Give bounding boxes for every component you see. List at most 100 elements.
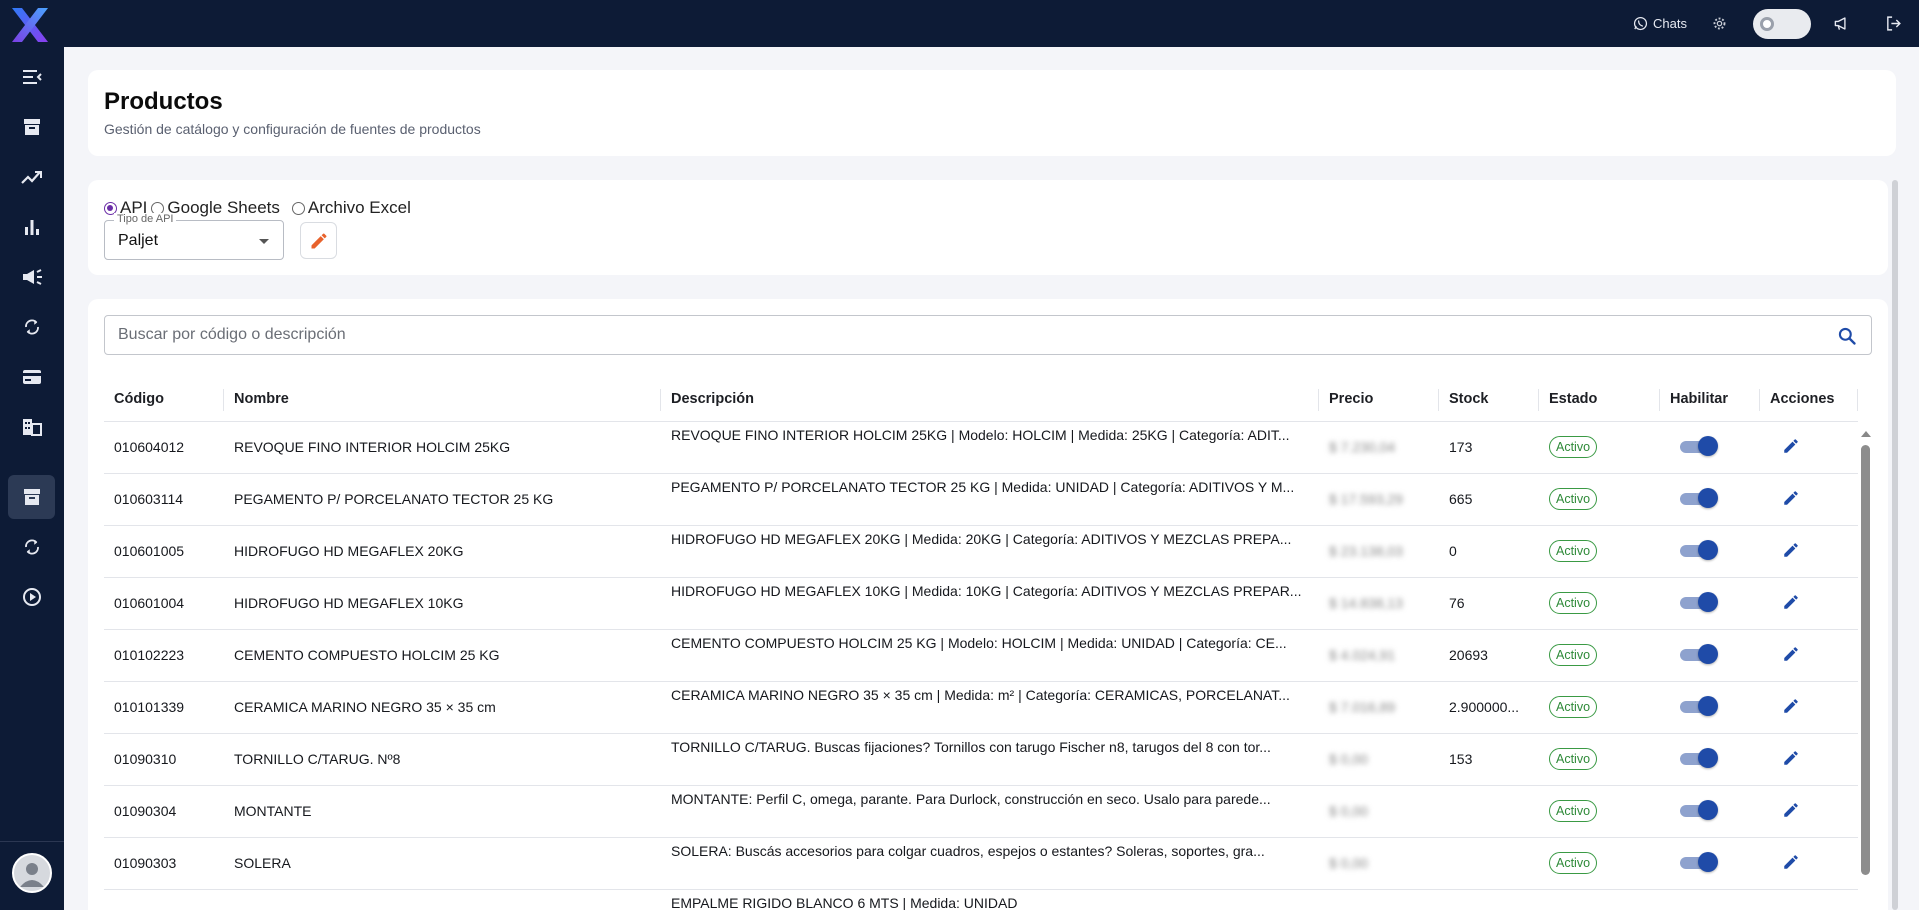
menu-collapse-icon [22, 70, 42, 84]
cell-stock: 2.900000... [1439, 681, 1539, 734]
avatar[interactable] [12, 853, 52, 893]
edit-product-button[interactable] [1782, 489, 1800, 510]
search-input[interactable] [105, 316, 1825, 354]
cell-precio: $ 14.838,13 [1319, 577, 1439, 630]
table-row[interactable]: 010603114 PEGAMENTO P/ PORCELANATO TECTOR… [104, 473, 1858, 526]
cell-habilitar [1660, 421, 1760, 474]
table-row[interactable]: EMPALME RIGIDO BLANCO 6 MTS | Medida: UN… [104, 889, 1858, 910]
sidebar-item-sync-alt[interactable] [8, 525, 55, 569]
cell-precio: $ 0,00 [1319, 733, 1439, 786]
enable-toggle[interactable] [1680, 851, 1718, 872]
sidebar-item-play[interactable] [8, 575, 55, 619]
pencil-icon [311, 232, 327, 248]
sidebar-item-archive[interactable] [8, 105, 55, 149]
edit-icon [1784, 542, 1798, 557]
column-header-estado[interactable]: Estado [1539, 377, 1660, 422]
page-scrollbar[interactable] [1891, 180, 1899, 910]
column-header-acciones[interactable]: Acciones [1760, 377, 1858, 422]
enable-toggle[interactable] [1680, 799, 1718, 820]
sidebar-item-stats[interactable] [8, 205, 55, 249]
column-header-habilitar[interactable]: Habilitar [1660, 377, 1760, 422]
table-scrollbar-thumb[interactable] [1861, 445, 1870, 875]
cell-nombre: CERAMICA MARINO NEGRO 35 × 35 cm [224, 681, 661, 734]
toggle-thumb [1698, 487, 1718, 508]
radio-excel-label: Archivo Excel [307, 198, 411, 217]
cell-stock [1439, 889, 1539, 910]
logout-button[interactable] [1883, 14, 1903, 34]
scroll-up-arrow-icon[interactable] [1861, 431, 1871, 437]
sidebar-item-products[interactable] [8, 475, 55, 519]
edit-product-button[interactable] [1782, 853, 1800, 874]
edit-icon [1784, 750, 1798, 765]
cell-habilitar [1660, 681, 1760, 734]
cell-precio: $ 23.138,03 [1319, 525, 1439, 578]
sidebar-item-business[interactable] [8, 405, 55, 449]
table-row[interactable]: 01090310 TORNILLO C/TARUG. Nº8 TORNILLO C/… [104, 733, 1858, 786]
enable-toggle[interactable] [1680, 695, 1718, 716]
api-type-value: Paljet [118, 232, 159, 249]
edit-product-button[interactable] [1782, 749, 1800, 770]
radio-excel-circle[interactable] [291, 201, 305, 215]
sidebar-item-sync[interactable] [8, 305, 55, 349]
sidebar-item-campaigns[interactable] [8, 255, 55, 299]
column-header-codigo[interactable]: Código [104, 377, 224, 422]
campaign-icon [22, 269, 42, 285]
edit-icon [1784, 594, 1798, 609]
cell-descripcion: MONTANTE: Perfil C, omega, parante. Para… [661, 785, 1319, 838]
enable-toggle[interactable] [1680, 539, 1718, 560]
edit-api-button[interactable] [300, 222, 337, 259]
logout-icon [1886, 16, 1901, 31]
chats-button[interactable]: Chats [1633, 16, 1687, 31]
theme-toggle-knob [1760, 16, 1774, 31]
status-badge: Activo [1549, 800, 1598, 822]
sidebar-item-payments[interactable] [8, 355, 55, 399]
table-row[interactable]: 010601005 HIDROFUGO HD MEGAFLEX 20KG HIDRO… [104, 525, 1858, 578]
enable-toggle[interactable] [1680, 643, 1718, 664]
cell-descripcion: CEMENTO COMPUESTO HOLCIM 25 KG | Modelo:… [661, 629, 1319, 682]
edit-product-button[interactable] [1782, 541, 1800, 562]
table-row[interactable]: 010102223 CEMENTO COMPUESTO HOLCIM 25 KG C… [104, 629, 1858, 682]
table-row[interactable]: 01090304 MONTANTE MONTANTE: Perfil C, omeg… [104, 785, 1858, 838]
radio-excel[interactable]: Archivo Excel [291, 198, 411, 218]
enable-toggle[interactable] [1680, 435, 1718, 456]
column-header-precio[interactable]: Precio [1319, 377, 1439, 422]
api-type-select[interactable]: Tipo de API Paljet [104, 213, 284, 260]
edit-icon [1784, 490, 1798, 505]
search-field[interactable] [104, 315, 1872, 355]
cell-habilitar [1660, 629, 1760, 682]
announcements-button[interactable] [1831, 14, 1851, 34]
cell-codigo [104, 889, 224, 910]
enable-toggle[interactable] [1680, 747, 1718, 768]
column-header-stock[interactable]: Stock [1439, 377, 1539, 422]
sidebar-toggle[interactable] [8, 55, 55, 99]
cell-nombre: CEMENTO COMPUESTO HOLCIM 25 KG [224, 629, 661, 682]
cell-estado: Activo [1539, 733, 1660, 786]
toggle-thumb [1698, 851, 1718, 872]
status-badge: Activo [1549, 748, 1598, 770]
theme-toggle[interactable] [1753, 8, 1811, 39]
table-row[interactable]: 010604012 REVOQUE FINO INTERIOR HOLCIM 25… [104, 421, 1858, 474]
edit-product-button[interactable] [1782, 697, 1800, 718]
cell-estado: Activo [1539, 473, 1660, 526]
column-header-nombre[interactable]: Nombre [224, 377, 661, 422]
search-button[interactable] [1837, 326, 1857, 346]
cell-codigo: 010601004 [104, 577, 224, 630]
table-row[interactable]: 010601004 HIDROFUGO HD MEGAFLEX 10KG HIDRO… [104, 577, 1858, 630]
sidebar-item-trending[interactable] [8, 155, 55, 199]
app-logo[interactable] [10, 7, 50, 43]
enable-toggle[interactable] [1680, 591, 1718, 612]
enable-toggle[interactable] [1680, 487, 1718, 508]
edit-product-button[interactable] [1782, 645, 1800, 666]
column-header-descripcion[interactable]: Descripción [661, 377, 1319, 422]
product-source-card: API Google Sheets Archivo Excel Tipo de … [88, 180, 1888, 275]
table-row[interactable]: 010101339 CERAMICA MARINO NEGRO 35 × 35 c… [104, 681, 1858, 734]
edit-product-button[interactable] [1782, 801, 1800, 822]
table-row[interactable]: 01090303 SOLERA SOLERA: Buscás accesorios … [104, 837, 1858, 890]
cell-codigo: 010601005 [104, 525, 224, 578]
edit-product-button[interactable] [1782, 437, 1800, 458]
table-scrollbar[interactable] [1859, 431, 1872, 910]
page-scrollbar-thumb[interactable] [1892, 180, 1898, 910]
edit-product-button[interactable] [1782, 593, 1800, 614]
settings-button[interactable] [1709, 14, 1729, 34]
cell-codigo: 010102223 [104, 629, 224, 682]
